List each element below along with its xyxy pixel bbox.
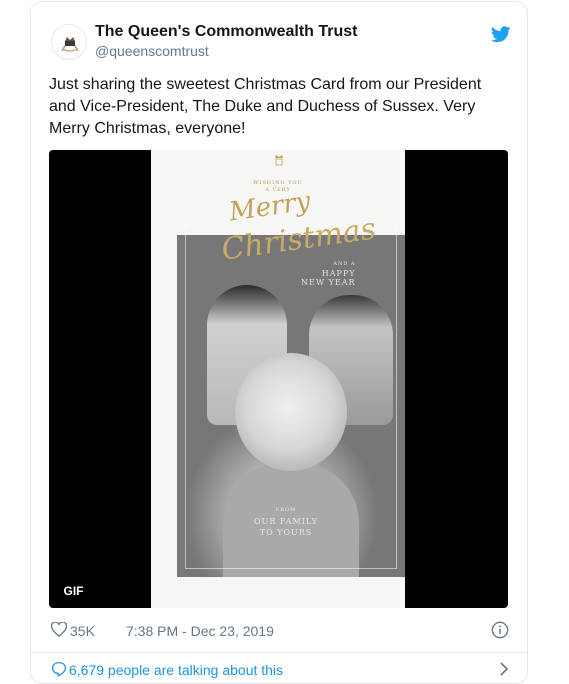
conversation-link[interactable]: 6,679 people are talking about this <box>51 660 511 680</box>
timestamp[interactable]: 7:38 PM - Dec 23, 2019 <box>126 623 274 639</box>
gif-badge: GIF <box>57 581 90 601</box>
twitter-bird-icon[interactable] <box>491 26 511 43</box>
card-wishing-text: WISHING YOU <box>253 180 303 186</box>
avatar[interactable] <box>51 24 87 60</box>
handle[interactable]: @queenscomtrust <box>95 43 209 59</box>
tweet-meta: 35K 7:38 PM - Dec 23, 2019 <box>51 621 511 641</box>
chevron-right-icon[interactable] <box>499 662 509 676</box>
media-container[interactable]: WISHING YOU A VERY Merry Christmas AND A… <box>49 150 508 608</box>
card-to-yours-text: TO YOURS <box>259 528 313 537</box>
speech-bubble-icon <box>51 661 67 677</box>
info-icon[interactable] <box>491 621 509 639</box>
heart-icon[interactable] <box>51 622 67 637</box>
card-and-a-text: AND A <box>333 261 356 267</box>
card-crest-icon <box>275 155 283 166</box>
card-from-text: FROM <box>275 507 297 513</box>
crest-icon <box>61 37 79 52</box>
like-count[interactable]: 35K <box>70 623 95 639</box>
card-new-year-block: AND A HAPPY NEW YEAR <box>301 260 356 287</box>
card-happy-text: HAPPY <box>321 269 356 278</box>
display-name[interactable]: The Queen's Commonwealth Trust <box>95 23 358 41</box>
tweet-card: The Queen's Commonwealth Trust @queensco… <box>30 1 528 684</box>
card-family-block: FROM OUR FAMILY TO YOURS <box>246 505 326 538</box>
card-new-year-text: NEW YEAR <box>301 278 356 287</box>
divider <box>31 652 527 653</box>
tweet-header: The Queen's Commonwealth Trust @queensco… <box>51 22 511 62</box>
christmas-card-image: WISHING YOU A VERY Merry Christmas AND A… <box>151 150 405 608</box>
conversation-text[interactable]: 6,679 people are talking about this <box>69 662 283 678</box>
tweet-text: Just sharing the sweetest Christmas Card… <box>49 76 482 137</box>
card-our-family-text: OUR FAMILY <box>254 517 318 526</box>
